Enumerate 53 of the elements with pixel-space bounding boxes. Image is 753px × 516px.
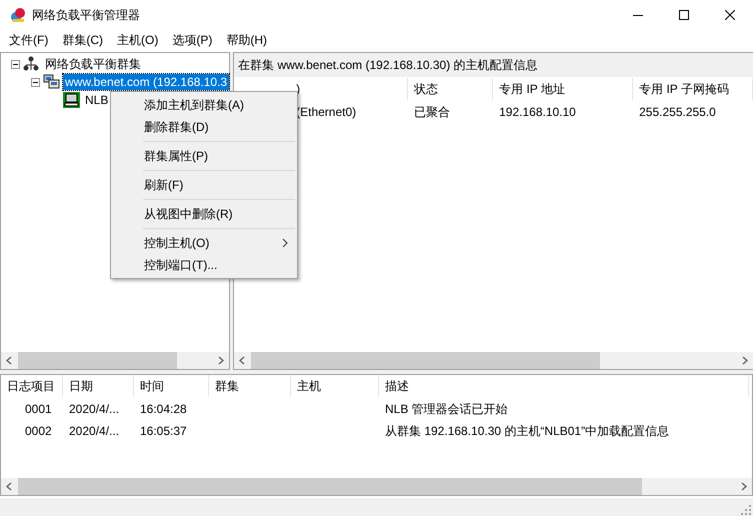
tree-item[interactable]: NLB <box>83 92 110 108</box>
maximize-icon <box>679 10 689 20</box>
table-cell: NLB 管理器会话已开始 <box>385 400 508 418</box>
server-cluster-icon <box>43 74 60 90</box>
column-header[interactable]: 状态 <box>408 78 494 100</box>
table-cell: 2020/4/... <box>69 424 120 438</box>
menu-item[interactable]: 文件(F) <box>2 30 56 50</box>
table-cell: 0002 <box>25 424 52 438</box>
computer-icon <box>63 92 80 108</box>
column-header[interactable]: 主机 <box>291 375 379 397</box>
menu-item[interactable]: 删除群集(D) <box>111 116 297 138</box>
collapse-icon[interactable] <box>31 78 40 86</box>
table-cell: 已聚合 <box>414 104 450 120</box>
menu-item[interactable]: 控制端口(T)... <box>111 254 297 276</box>
menu-item[interactable]: 从视图中删除(R) <box>111 203 297 225</box>
menu-item[interactable]: 控制主机(O) <box>111 232 297 254</box>
table-cell: 255.255.255.0 <box>639 105 716 119</box>
scroll-thumb[interactable] <box>18 478 642 495</box>
network-tree-icon <box>23 56 40 72</box>
column-header[interactable]: 描述 <box>379 375 749 397</box>
column-header[interactable]: 群集 <box>209 375 291 397</box>
table-cell: 2020/4/... <box>69 402 120 416</box>
window-title: 网络负载平衡管理器 <box>32 6 141 24</box>
close-icon <box>725 10 735 20</box>
menu-item[interactable]: 刷新(F) <box>111 174 297 196</box>
column-header[interactable]: 时间 <box>134 375 209 397</box>
column-header[interactable]: 专用 IP 地址 <box>493 78 634 100</box>
app-icon <box>10 7 26 23</box>
collapse-icon[interactable] <box>11 60 20 68</box>
scroll-thumb[interactable] <box>251 352 600 369</box>
menu-item[interactable]: 帮助(H) <box>219 30 274 50</box>
horizontal-scrollbar[interactable] <box>1 478 752 495</box>
menu-item[interactable]: 主机(O) <box>110 30 166 50</box>
horizontal-scrollbar[interactable] <box>1 352 230 369</box>
table-cell: (Ethernet0) <box>296 105 356 119</box>
menu-item[interactable]: 群集(C) <box>55 30 110 50</box>
column-header[interactable]: 专用 IP 子网掩码 <box>633 78 753 100</box>
table-cell: 从群集 192.168.10.30 的主机“NLB01”中加载配置信息 <box>385 422 670 440</box>
table-cell: 0001 <box>25 402 52 416</box>
resize-grip-icon[interactable] <box>741 505 751 515</box>
chevron-right-icon <box>281 239 289 247</box>
scroll-thumb[interactable] <box>18 352 178 369</box>
column-header[interactable]: 日期 <box>63 375 134 397</box>
horizontal-scrollbar[interactable] <box>234 352 753 369</box>
menu-item[interactable]: 选项(P) <box>165 30 220 50</box>
tree-item[interactable]: www.benet.com (192.168.10.3 <box>63 74 230 90</box>
tree-item[interactable]: 网络负载平衡群集 <box>43 54 143 74</box>
column-header[interactable]: 日志项目 <box>1 375 63 397</box>
table-cell: 16:04:28 <box>140 402 187 416</box>
table-cell: 16:05:37 <box>140 424 187 438</box>
pane-heading: 在群集 www.benet.com (192.168.10.30) 的主机配置信息 <box>234 53 753 78</box>
menu-item[interactable]: 群集属性(P) <box>111 145 297 167</box>
table-cell: 192.168.10.10 <box>499 105 576 119</box>
